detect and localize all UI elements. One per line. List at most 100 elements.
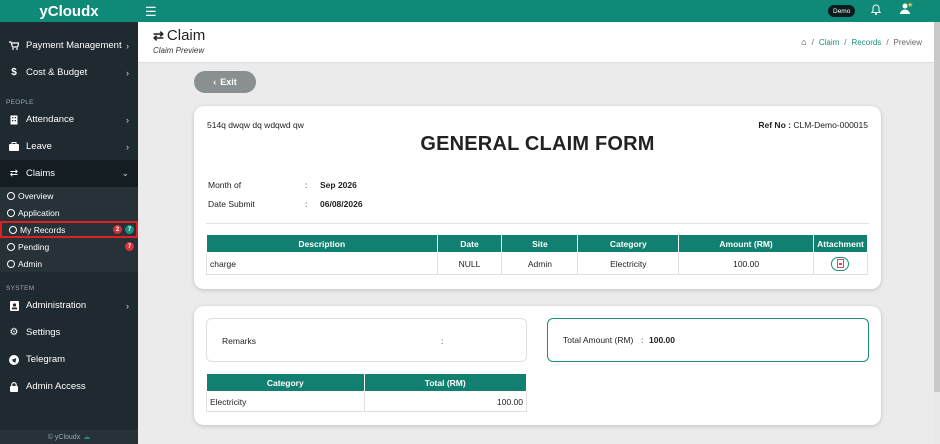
sidebar-subitem-my-records[interactable]: My Records 2 7: [0, 221, 138, 238]
breadcrumb-separator: /: [886, 37, 889, 47]
sidebar-subitem-label: My Records: [20, 224, 66, 235]
briefcase-icon: [7, 142, 21, 151]
sidebar-item-label: Settings: [26, 327, 61, 338]
sidebar-item-telegram[interactable]: Telegram: [0, 346, 138, 373]
sidebar-subitem-overview[interactable]: Overview: [0, 187, 138, 204]
cell-amount: 100.00: [678, 252, 814, 275]
footer-text: © yCloudx: [47, 433, 81, 441]
cell-site: Admin: [501, 252, 579, 275]
section-label-people: PEOPLE: [6, 99, 34, 106]
ref-number: Ref No : CLM-Demo-000015: [758, 120, 868, 130]
total-amount-box: Total Amount (RM) : 100.00: [547, 318, 869, 362]
count-badge: 7: [125, 242, 134, 251]
table-row: Electricity 100.00: [206, 391, 528, 412]
summary-card: Remarks : Total Amount (RM) : 100.00 Cat…: [194, 306, 881, 425]
sidebar-subitem-label: Overview: [18, 190, 54, 201]
breadcrumb-separator: /: [844, 37, 847, 47]
demo-badge[interactable]: Demo: [828, 5, 856, 17]
table-row: charge NULL Admin Electricity 100.00: [206, 252, 869, 275]
swap-icon: ⇄: [9, 168, 19, 179]
claim-form-card: 514q dwqw dq wdqwd qw Ref No : CLM-Demo-…: [194, 106, 881, 289]
divider: [206, 223, 869, 224]
remarks-colon: :: [441, 336, 444, 346]
sidebar-subitem-label: Pending: [18, 241, 50, 252]
sidebar-item-settings[interactable]: ⚙ Settings: [0, 319, 138, 346]
telegram-icon: [7, 354, 21, 365]
total-amount-value: 100.00: [649, 335, 675, 345]
sidebar-item-label: Admin Access: [26, 381, 86, 392]
sidebar-subitem-admin[interactable]: Admin: [0, 255, 138, 272]
form-title: GENERAL CLAIM FORM: [420, 133, 655, 155]
claim-items-table: Description Date Site Category Amount (R…: [206, 234, 869, 275]
chevron-right-icon: ›: [126, 40, 129, 51]
pdf-icon: [836, 259, 844, 268]
pdf-attachment-button[interactable]: [831, 256, 850, 271]
sidebar-item-label: Attendance: [26, 114, 75, 125]
breadcrumb-current: Preview: [893, 37, 922, 47]
chevron-right-icon: ›: [126, 300, 129, 311]
bell-icon[interactable]: [870, 4, 882, 18]
date-submit-label: Date Submit: [208, 199, 255, 209]
remarks-box: Remarks :: [206, 318, 527, 362]
column-header: Date: [436, 234, 503, 253]
sidebar-footer: © yCloudx ☁: [0, 430, 138, 444]
sidebar-subitem-pending[interactable]: Pending 7: [0, 238, 138, 255]
scrollbar-thumb[interactable]: [934, 22, 940, 392]
circle-icon: [7, 191, 15, 200]
ref-value: CLM-Demo-000015: [793, 120, 868, 130]
dollar-icon: $: [11, 67, 17, 78]
column-header: Amount (RM): [678, 234, 814, 253]
month-value: Sep 2026: [320, 180, 357, 190]
circle-icon: [9, 225, 17, 234]
breadcrumb-records[interactable]: Records: [852, 38, 882, 47]
ref-label: Ref No :: [758, 120, 791, 130]
circle-icon: [7, 259, 15, 268]
gear-icon: ⚙: [9, 327, 19, 338]
page-subtitle: Claim Preview: [153, 46, 205, 55]
star-icon: ★: [907, 2, 914, 9]
count-badge: 2: [113, 225, 122, 234]
breadcrumb-claim[interactable]: Claim: [819, 38, 839, 47]
count-badge: 7: [125, 225, 134, 234]
swap-icon: ⇄: [153, 27, 164, 43]
home-icon[interactable]: ⌂: [801, 37, 806, 47]
page-header: ⇄ Claim Claim Preview ⌂ / Claim / Record…: [138, 22, 940, 63]
column-header: Category: [206, 373, 365, 392]
topbar: ☰ Demo ★: [138, 0, 940, 22]
sidebar-item-claims[interactable]: ⇄ Claims ⌄: [0, 160, 138, 187]
chevron-down-icon: ⌄: [121, 168, 129, 178]
cell-date: NULL: [436, 252, 503, 275]
section-label-system: SYSTEM: [6, 285, 35, 292]
page-title-text: Claim: [166, 27, 206, 44]
building-icon: [7, 115, 21, 125]
chevron-right-icon: ›: [126, 114, 129, 125]
total-amount-colon: :: [641, 335, 644, 345]
column-header: Site: [501, 234, 579, 253]
exit-button[interactable]: ‹ Exit: [194, 71, 256, 93]
sidebar-item-cost-budget[interactable]: $ Cost & Budget ›: [0, 59, 138, 86]
sidebar-item-label: Payment Management: [26, 40, 122, 51]
lock-icon: [7, 381, 21, 392]
sidebar-subitem-application[interactable]: Application: [0, 204, 138, 221]
column-header: Category: [577, 234, 680, 253]
breadcrumb-separator: /: [811, 37, 814, 47]
chevron-right-icon: ›: [126, 141, 129, 152]
chevron-left-icon: ‹: [213, 77, 217, 87]
page-title: ⇄ Claim: [153, 27, 205, 44]
circle-icon: [7, 208, 15, 217]
sidebar-item-attendance[interactable]: Attendance ›: [0, 106, 138, 133]
menu-icon[interactable]: ☰: [145, 4, 157, 20]
sidebar-subitem-label: Admin: [18, 258, 43, 269]
month-label: Month of: [208, 180, 242, 190]
sidebar-item-admin-access[interactable]: Admin Access: [0, 373, 138, 400]
sidebar-item-administration[interactable]: Administration ›: [0, 292, 138, 319]
cart-icon: [7, 41, 21, 50]
sidebar-item-label: Leave: [26, 141, 52, 152]
sidebar-item-payment-management[interactable]: Payment Management ›: [0, 32, 138, 59]
column-header: Description: [206, 234, 438, 253]
category-summary-table: Category Total (RM) Electricity 100.00: [206, 373, 528, 412]
brand-logo[interactable]: yCloudx: [0, 0, 138, 22]
sidebar-item-leave[interactable]: Leave ›: [0, 133, 138, 160]
sidebar-item-label: Administration: [26, 300, 87, 311]
date-submit-row: Date Submit:06/08/2026: [208, 199, 363, 209]
